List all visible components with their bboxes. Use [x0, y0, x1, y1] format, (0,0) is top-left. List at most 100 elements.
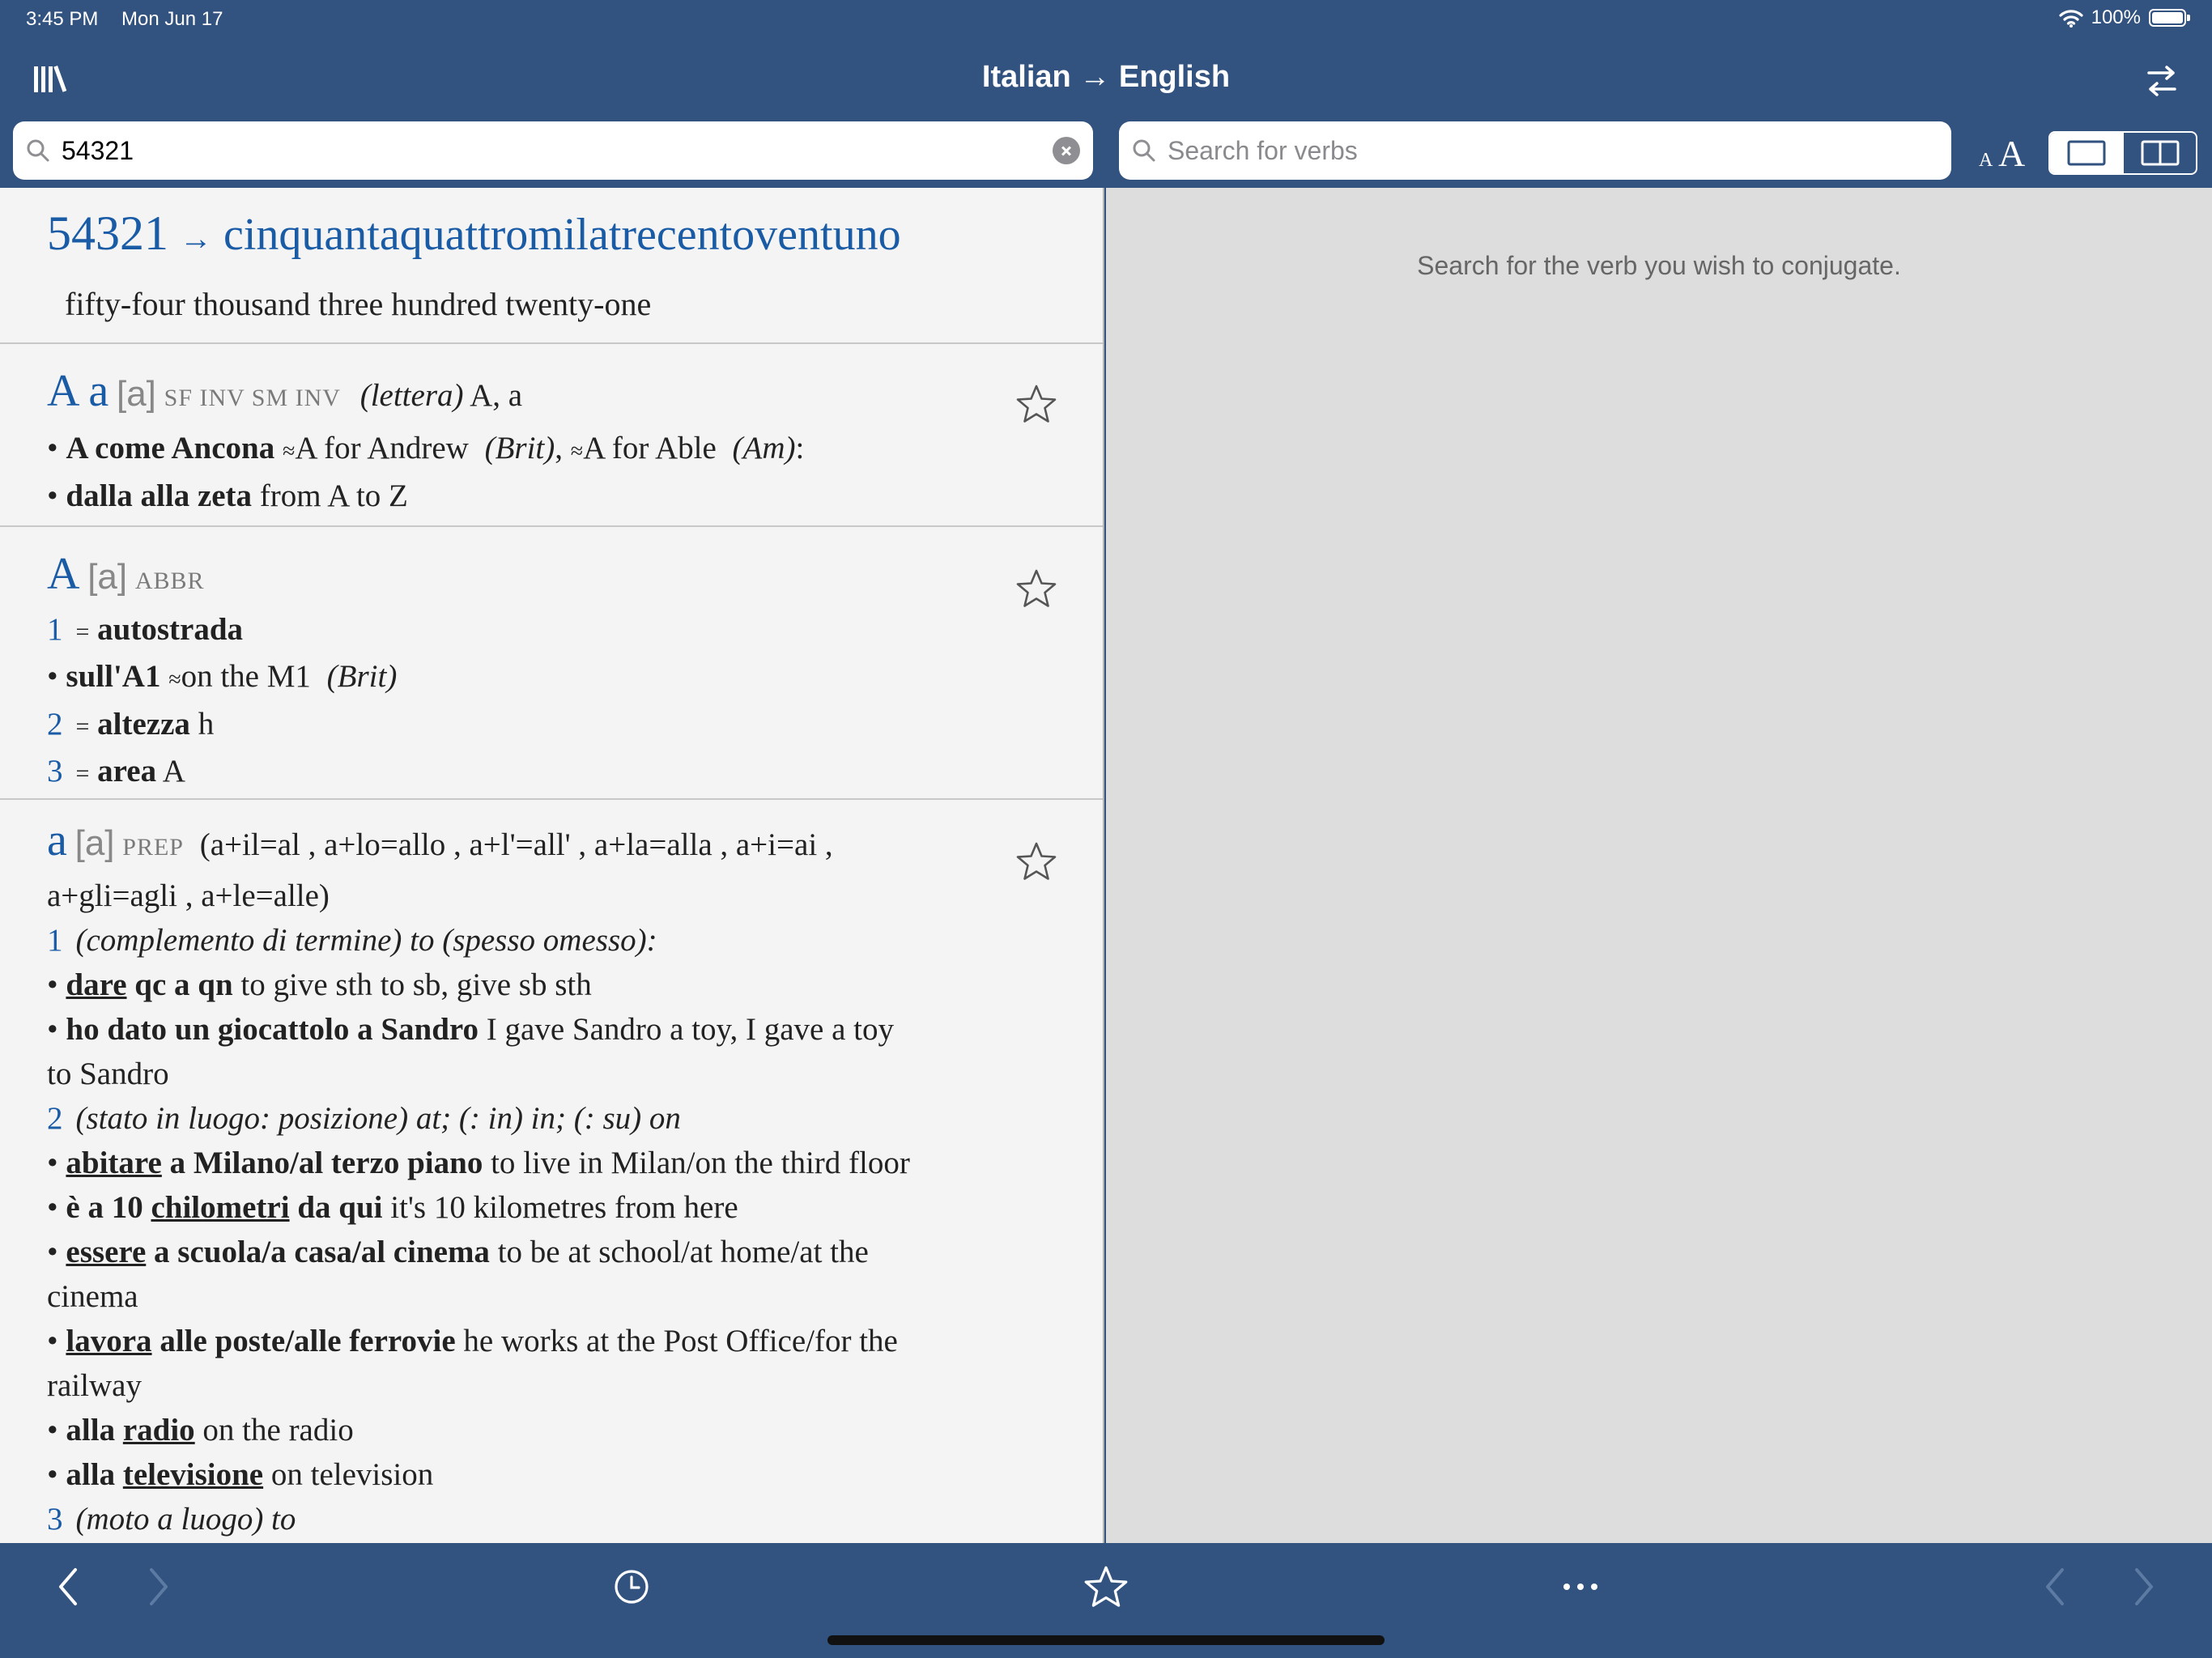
home-indicator	[827, 1635, 1385, 1645]
part-of-speech: PREP	[122, 834, 184, 861]
cross-reference-link[interactable]: radio	[123, 1413, 195, 1448]
back-button[interactable]	[44, 1562, 92, 1611]
cross-reference-link[interactable]: essere	[66, 1235, 146, 1269]
swap-icon	[2147, 66, 2176, 96]
favorites-button[interactable]	[1082, 1562, 1130, 1611]
status-bar: 3:45 PM Mon Jun 17 100%	[0, 0, 2212, 39]
example-phrase: alle poste/alle ferrovie	[160, 1324, 456, 1358]
sense-row: 1 (complemento di termine) to (spesso ome…	[47, 918, 1056, 963]
favorite-button[interactable]	[1015, 568, 1057, 610]
star-icon	[1016, 385, 1057, 423]
example-phrase: dalla alla zeta	[66, 478, 253, 513]
entry-A-abbreviation[interactable]: A [a] ABBR 1 = autostrada • sull'A1 ≈on t…	[0, 527, 1103, 800]
forward-button[interactable]	[134, 1562, 183, 1611]
number-conversion-entry[interactable]: 54321 → cinquantaquattromilatrecentovent…	[0, 188, 1103, 344]
star-icon	[1016, 569, 1057, 607]
bullet: •	[47, 1146, 58, 1180]
status-time: 3:45 PM	[26, 8, 99, 30]
layout-segmented-control	[2048, 131, 2197, 175]
number-english: fifty-four thousand three hundred twenty…	[65, 286, 652, 322]
translation-continued: cinema	[47, 1279, 138, 1314]
pronunciation: [a]	[87, 557, 128, 597]
chevron-right-icon	[150, 1568, 168, 1605]
cross-reference-link[interactable]: dare	[66, 967, 126, 1002]
cross-reference-link[interactable]: abitare	[66, 1146, 161, 1180]
headword: A	[47, 549, 80, 599]
split-pane-button[interactable]	[2122, 133, 2196, 173]
bullet: •	[47, 431, 58, 466]
bullet: •	[47, 967, 58, 1002]
example-row: • A come Ancona ≈A for Andrew (Brit), ≈A…	[47, 426, 1056, 474]
example-row: • essere a scuola/a casa/al cinema to be…	[47, 1230, 1056, 1274]
bullet: •	[47, 1457, 58, 1492]
clock-icon	[615, 1570, 649, 1604]
search-icon	[27, 139, 49, 162]
page-title: Italian → English	[981, 60, 1231, 94]
example-phrase: è a 10	[66, 1190, 143, 1225]
history-button[interactable]	[607, 1562, 656, 1611]
bullet: •	[47, 478, 58, 513]
translation: to live in Milan/on the third floor	[491, 1146, 910, 1180]
clear-search-button[interactable]	[1053, 137, 1080, 164]
translation: on the radio	[202, 1413, 354, 1448]
bullet: •	[47, 1012, 58, 1047]
translation: A	[162, 754, 185, 789]
nav-bar: Italian → English	[0, 39, 2212, 120]
status-date: Mon Jun 17	[121, 8, 223, 30]
chevron-right-icon	[2135, 1568, 2153, 1605]
swap-languages-button[interactable]	[2144, 63, 2180, 99]
status-right: 100%	[2059, 6, 2190, 29]
contractions-continued: a+gli=agli , a+le=alle)	[47, 878, 330, 913]
verb-search-input[interactable]	[1168, 126, 1951, 175]
bullet: •	[47, 1413, 58, 1448]
verb-back-button[interactable]	[2031, 1562, 2079, 1611]
equals-symbol: =	[75, 619, 90, 645]
more-button[interactable]	[1556, 1562, 1605, 1611]
headword: a	[47, 815, 67, 865]
contractions: (a+il=al , a+lo=allo , a+l'=all' , a+la=…	[199, 827, 833, 862]
sense-number: 3	[47, 1502, 63, 1537]
pronunciation: [a]	[116, 374, 156, 414]
cross-reference-link[interactable]: chilometri	[151, 1190, 289, 1225]
single-pane-icon	[2067, 140, 2105, 166]
dictionary-search-input[interactable]	[62, 126, 1053, 175]
translation: h	[198, 707, 215, 742]
sense-label: (stato in luogo: posizione) at; (: in) i…	[75, 1101, 681, 1136]
cross-reference-link[interactable]: televisione	[123, 1457, 263, 1492]
sense-number: 3	[47, 754, 63, 789]
number-italian: cinquantaquattromilatrecentoventuno	[223, 210, 901, 260]
number-value: 54321	[47, 206, 168, 260]
bullet: •	[47, 1324, 58, 1358]
entry-A-letter[interactable]: A a [a] SF INV SM INV (lettera) A, a • A…	[0, 344, 1103, 527]
example-phrase: qc a qn	[134, 967, 233, 1002]
example-phrase: a Milano/al terzo piano	[169, 1146, 483, 1180]
translation: to be at school/at home/at the	[497, 1235, 869, 1269]
headword: A a	[47, 366, 109, 416]
approx-symbol: ≈	[282, 439, 296, 464]
translation-continued: railway	[47, 1368, 142, 1403]
translation: A, a	[470, 378, 523, 413]
favorite-button[interactable]	[1015, 383, 1057, 425]
approx-symbol: ≈	[168, 667, 181, 692]
translation: A for Able	[583, 431, 717, 466]
font-size-button[interactable]: A A	[1976, 130, 2037, 178]
example-row: • dare qc a qn to give sth to sb, give s…	[47, 963, 1056, 1007]
translation-continued: to Sandro	[47, 1056, 169, 1091]
cross-reference-link[interactable]: lavora	[66, 1324, 151, 1358]
single-pane-button[interactable]	[2050, 133, 2122, 173]
example-phrase: A come Ancona	[66, 431, 275, 466]
dictionary-results-panel[interactable]: 54321 → cinquantaquattromilatrecentovent…	[0, 188, 1104, 1543]
verb-search-hint: Search for the verb you wish to conjugat…	[1417, 251, 1901, 280]
example-phrase: alla	[66, 1413, 116, 1448]
example-phrase: sull'A1	[66, 659, 161, 694]
translation: he works at the Post Office/for the	[463, 1324, 898, 1358]
example-row: • è a 10 chilometri da qui it's 10 kilom…	[47, 1185, 1056, 1230]
favorite-button[interactable]	[1015, 840, 1057, 882]
sense-number: 2	[47, 1101, 63, 1136]
example-row: • lavora alle poste/alle ferrovie he wor…	[47, 1319, 1056, 1363]
sense-number: 1	[47, 923, 63, 958]
chevron-left-icon	[2046, 1568, 2064, 1605]
entry-a-preposition[interactable]: a [a] PREP (a+il=al , a+lo=allo , a+l'=a…	[0, 800, 1103, 1541]
expansion: autostrada	[97, 612, 244, 647]
verb-forward-button[interactable]	[2120, 1562, 2168, 1611]
